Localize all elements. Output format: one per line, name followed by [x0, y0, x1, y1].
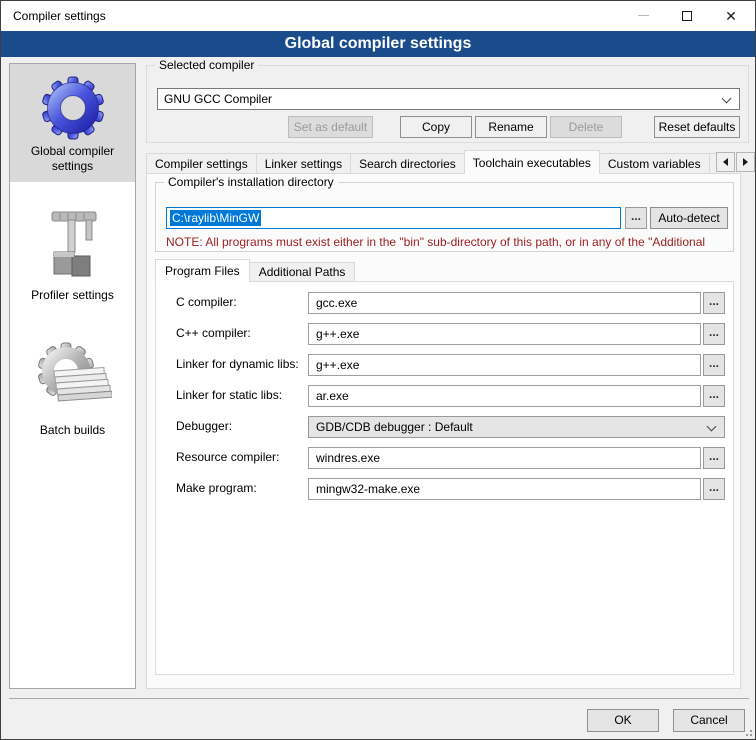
selected-compiler-group-label: Selected compiler [155, 58, 258, 72]
tab-build-options[interactable]: Build options [709, 153, 716, 174]
tab-toolchain-executables[interactable]: Toolchain executables [464, 150, 600, 174]
sidebar-item-batch-builds[interactable]: Batch builds [10, 329, 135, 446]
linker-for-dynamic-libs-browse-button[interactable]: ... [703, 354, 725, 376]
sidebar-item-label: Profiler settings [12, 288, 133, 303]
install-directory-note: NOTE: All programs must exist either in … [166, 235, 728, 249]
tab-custom-variables[interactable]: Custom variables [599, 153, 710, 174]
sidebar-item-label: Batch builds [12, 423, 133, 438]
install-directory-input[interactable]: C:\raylib\MinGW [166, 207, 621, 229]
field-row-resource-compiler: Resource compiler: windres.exe... [156, 447, 733, 469]
install-directory-value: C:\raylib\MinGW [170, 210, 261, 226]
cancel-button[interactable]: Cancel [673, 709, 745, 732]
ok-button[interactable]: OK [587, 709, 659, 732]
c-compiler-browse-button[interactable]: ... [703, 292, 725, 314]
copy-button[interactable]: Copy [400, 116, 472, 138]
subtab-additional-paths[interactable]: Additional Paths [249, 262, 356, 282]
tab-scroll-right-button[interactable] [736, 152, 755, 172]
page-title: Global compiler settings [1, 31, 755, 57]
make-program-input[interactable]: mingw32-make.exe [308, 478, 701, 500]
sidebar-item-profiler-settings[interactable]: Profiler settings [10, 196, 135, 311]
maximize-icon [682, 11, 692, 21]
chevron-down-icon [707, 422, 717, 432]
arrow-right-icon [743, 158, 748, 166]
field-row-debugger: Debugger: GDB/CDB debugger : Default [156, 416, 733, 438]
resize-grip[interactable] [744, 728, 752, 736]
linker-for-dynamic-libs-input[interactable]: g++.exe [308, 354, 701, 376]
sidebar: Global compiler settings Profiler settin… [9, 63, 136, 689]
install-directory-browse-button[interactable]: ... [625, 207, 647, 229]
field-row-linker-for-dynamic-libs: Linker for dynamic libs: g++.exe... [156, 354, 733, 376]
auto-detect-button[interactable]: Auto-detect [650, 207, 728, 229]
field-row-c-compiler: C++ compiler: g++.exe... [156, 323, 733, 345]
selected-compiler-group: Selected compiler GNU GCC Compiler Set a… [146, 65, 749, 143]
minimize-icon [638, 15, 649, 16]
subtab-program-files[interactable]: Program Files [155, 259, 250, 282]
tab-linker-settings[interactable]: Linker settings [256, 153, 351, 174]
linker-for-static-libs-input[interactable]: ar.exe [308, 385, 701, 407]
field-label-linker-for-static-libs: Linker for static libs: [176, 388, 282, 402]
install-directory-group-label: Compiler's installation directory [164, 175, 338, 189]
resource-compiler-browse-button[interactable]: ... [703, 447, 725, 469]
title-bar[interactable]: Compiler settings ✕ [1, 1, 755, 31]
field-row-linker-for-static-libs: Linker for static libs: ar.exe... [156, 385, 733, 407]
resource-compiler-input[interactable]: windres.exe [308, 447, 701, 469]
gray-gear-stack-icon [12, 335, 133, 423]
tab-scroll-left-button[interactable] [716, 152, 735, 172]
field-label-debugger: Debugger: [176, 419, 232, 433]
debugger-select[interactable]: GDB/CDB debugger : Default [308, 416, 725, 438]
chevron-down-icon [722, 94, 732, 104]
sidebar-item-global-compiler-settings[interactable]: Global compiler settings [10, 64, 135, 182]
close-icon: ✕ [725, 9, 737, 23]
field-label-make-program: Make program: [176, 481, 257, 495]
field-label-c-compiler: C++ compiler: [176, 326, 251, 340]
maximize-button[interactable] [665, 1, 709, 30]
set-as-default-button[interactable]: Set as default [288, 116, 373, 138]
field-row-make-program: Make program: mingw32-make.exe... [156, 478, 733, 500]
minimize-button[interactable] [621, 1, 665, 30]
window-title: Compiler settings [13, 9, 106, 23]
install-directory-group: Compiler's installation directory C:\ray… [155, 182, 734, 252]
arrow-left-icon [723, 158, 728, 166]
field-label-resource-compiler: Resource compiler: [176, 450, 279, 464]
subtab-strip: Program FilesAdditional Paths [155, 259, 354, 282]
tab-search-directories[interactable]: Search directories [350, 153, 465, 174]
field-label-linker-for-dynamic-libs: Linker for dynamic libs: [176, 357, 299, 371]
blue-gear-icon [12, 70, 133, 144]
toolchain-executables-panel: Compiler's installation directory C:\ray… [146, 173, 741, 689]
compiler-select-value: GNU GCC Compiler [164, 92, 272, 106]
compiler-settings-dialog: Compiler settings ✕ Global compiler sett… [0, 0, 756, 740]
field-label-c-compiler: C compiler: [176, 295, 237, 309]
sidebar-item-label: Global compiler settings [12, 144, 133, 174]
close-button[interactable]: ✕ [709, 1, 753, 30]
footer-divider [9, 698, 749, 699]
program-files-panel: C compiler: gcc.exe... C++ compiler: g++.ex… [155, 281, 734, 675]
delete-button[interactable]: Delete [550, 116, 622, 138]
c-compiler-input[interactable]: gcc.exe [308, 292, 701, 314]
linker-for-static-libs-browse-button[interactable]: ... [703, 385, 725, 407]
rename-button[interactable]: Rename [475, 116, 547, 138]
c-compiler-input[interactable]: g++.exe [308, 323, 701, 345]
compiler-select[interactable]: GNU GCC Compiler [157, 88, 740, 110]
tab-compiler-settings[interactable]: Compiler settings [146, 153, 257, 174]
caliper-icon [12, 202, 133, 288]
tab-strip: Compiler settingsLinker settingsSearch d… [146, 150, 716, 174]
field-row-c-compiler: C compiler: gcc.exe... [156, 292, 733, 314]
make-program-browse-button[interactable]: ... [703, 478, 725, 500]
c-compiler-browse-button[interactable]: ... [703, 323, 725, 345]
reset-defaults-button[interactable]: Reset defaults [654, 116, 740, 138]
